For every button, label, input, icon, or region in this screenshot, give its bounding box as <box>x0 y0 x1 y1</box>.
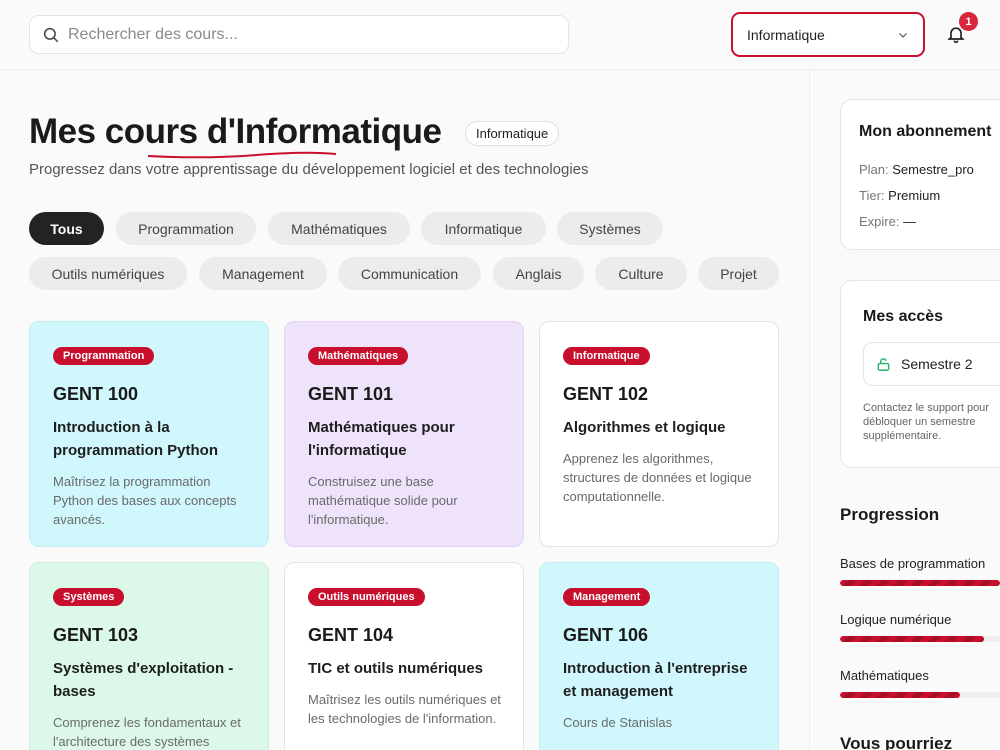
filter-chip-communication[interactable]: Communication <box>338 257 481 290</box>
access-panel: Mes accès Semestre 2 Contactez le suppor… <box>840 280 1000 468</box>
tier-row: Tier: Premium <box>859 188 941 203</box>
course-name: TIC et outils numériques <box>308 660 484 677</box>
subscription-title: Mon abonnement <box>859 123 992 140</box>
course-name: Introduction à l'entreprise et managemen… <box>563 660 748 700</box>
course-description: Construisez une base mathématique solide… <box>308 474 458 527</box>
subscription-panel: Mon abonnement Plan: Semestre_pro Tier: … <box>840 99 1000 250</box>
title-underline <box>147 151 337 159</box>
course-description: Maîtrisez la programmation Python des ba… <box>53 474 237 527</box>
expire-value: — <box>903 214 917 229</box>
progress-track <box>840 580 1000 586</box>
course-name: Introduction à la programmation Python <box>53 419 219 459</box>
plan-value: Semestre_pro <box>892 162 974 177</box>
course-code: GENT 100 <box>53 384 139 404</box>
filter-chip-informatique[interactable]: Informatique <box>421 212 546 245</box>
filter-chip-culture[interactable]: Culture <box>595 257 687 290</box>
course-name: Mathématiques pour l'informatique <box>308 419 455 459</box>
page-subtitle: Progressez dans votre apprentissage du d… <box>29 161 589 178</box>
category-badge: Programmation <box>53 347 155 365</box>
course-card-gent-101[interactable]: Mathématiques GENT 101 Mathématiques pou… <box>284 321 524 547</box>
course-name: Algorithmes et logique <box>563 419 726 436</box>
progression-title: Progression <box>840 505 940 524</box>
title-badge: Informatique <box>465 121 560 146</box>
category-badge: Outils numériques <box>308 588 425 606</box>
course-card-gent-104[interactable]: Outils numériques GENT 104 TIC et outils… <box>284 562 524 750</box>
panel-divider <box>809 70 810 750</box>
access-item-label: Semestre 2 <box>901 356 973 372</box>
category-badge: Management <box>563 588 651 606</box>
access-item-semestre-2[interactable]: Semestre 2 <box>863 342 1000 386</box>
filter-chip-projet[interactable]: Projet <box>698 257 779 290</box>
filter-chip-programmation[interactable]: Programmation <box>116 212 256 245</box>
progress-track <box>840 692 1000 698</box>
course-code: GENT 101 <box>308 384 394 404</box>
course-code: GENT 102 <box>563 384 649 404</box>
category-select[interactable]: Informatique <box>731 12 925 57</box>
course-code: GENT 106 <box>563 625 649 645</box>
course-description: Apprenez les algorithmes, structures de … <box>563 451 752 504</box>
page-title: Mes cours d'Informatique <box>29 112 442 151</box>
category-select-value: Informatique <box>747 26 825 43</box>
search-bar[interactable] <box>29 15 569 54</box>
plan-row: Plan: Semestre_pro <box>859 162 974 177</box>
category-badge: Mathématiques <box>308 347 409 365</box>
progress-fill <box>840 580 1000 586</box>
progress-label: Logique numérique <box>840 612 952 627</box>
chevron-down-icon <box>899 32 907 38</box>
course-card-gent-103[interactable]: Systèmes GENT 103 Systèmes d'exploitatio… <box>29 562 269 750</box>
search-input[interactable] <box>68 25 548 44</box>
course-code: GENT 104 <box>308 625 394 645</box>
filter-chip-systemes[interactable]: Systèmes <box>557 212 663 245</box>
course-code: GENT 103 <box>53 625 139 645</box>
progress-track <box>840 636 1000 642</box>
progress-fill <box>840 636 984 642</box>
filter-chip-tous[interactable]: Tous <box>29 212 104 245</box>
access-title: Mes accès <box>863 308 944 325</box>
course-card-gent-102[interactable]: Informatique GENT 102 Algorithmes et log… <box>539 321 779 547</box>
expire-row: Expire: — <box>859 214 917 229</box>
search-icon <box>43 27 59 42</box>
unlock-icon <box>877 357 890 371</box>
course-card-gent-106[interactable]: Management GENT 106 Introduction à l'ent… <box>539 562 779 750</box>
filter-chip-management[interactable]: Management <box>199 257 327 290</box>
access-note: Contactez le support pour débloquer un s… <box>863 402 989 442</box>
progress-label: Bases de programmation <box>840 556 986 571</box>
category-badge: Informatique <box>563 347 650 365</box>
filter-chip-outils-numeriques[interactable]: Outils numériques <box>29 257 187 290</box>
filter-chip-anglais[interactable]: Anglais <box>493 257 584 290</box>
suggestions-title: Vous pourriez <box>840 734 953 750</box>
progress-fill <box>840 692 960 698</box>
course-description: Maîtrisez les outils numériques et les t… <box>308 692 501 726</box>
course-description: Cours de Stanislas <box>563 715 673 730</box>
progress-label: Mathématiques <box>840 668 929 683</box>
course-name: Systèmes d'exploitation - bases <box>53 660 234 700</box>
category-badge: Systèmes <box>53 588 125 606</box>
filter-chip-mathematiques[interactable]: Mathématiques <box>268 212 410 245</box>
tier-value: Premium <box>888 188 941 203</box>
notification-badge: 1 <box>959 12 978 31</box>
course-description: Comprenez les fondamentaux et l'architec… <box>53 715 241 749</box>
course-card-gent-100[interactable]: Programmation GENT 100 Introduction à la… <box>29 321 269 547</box>
